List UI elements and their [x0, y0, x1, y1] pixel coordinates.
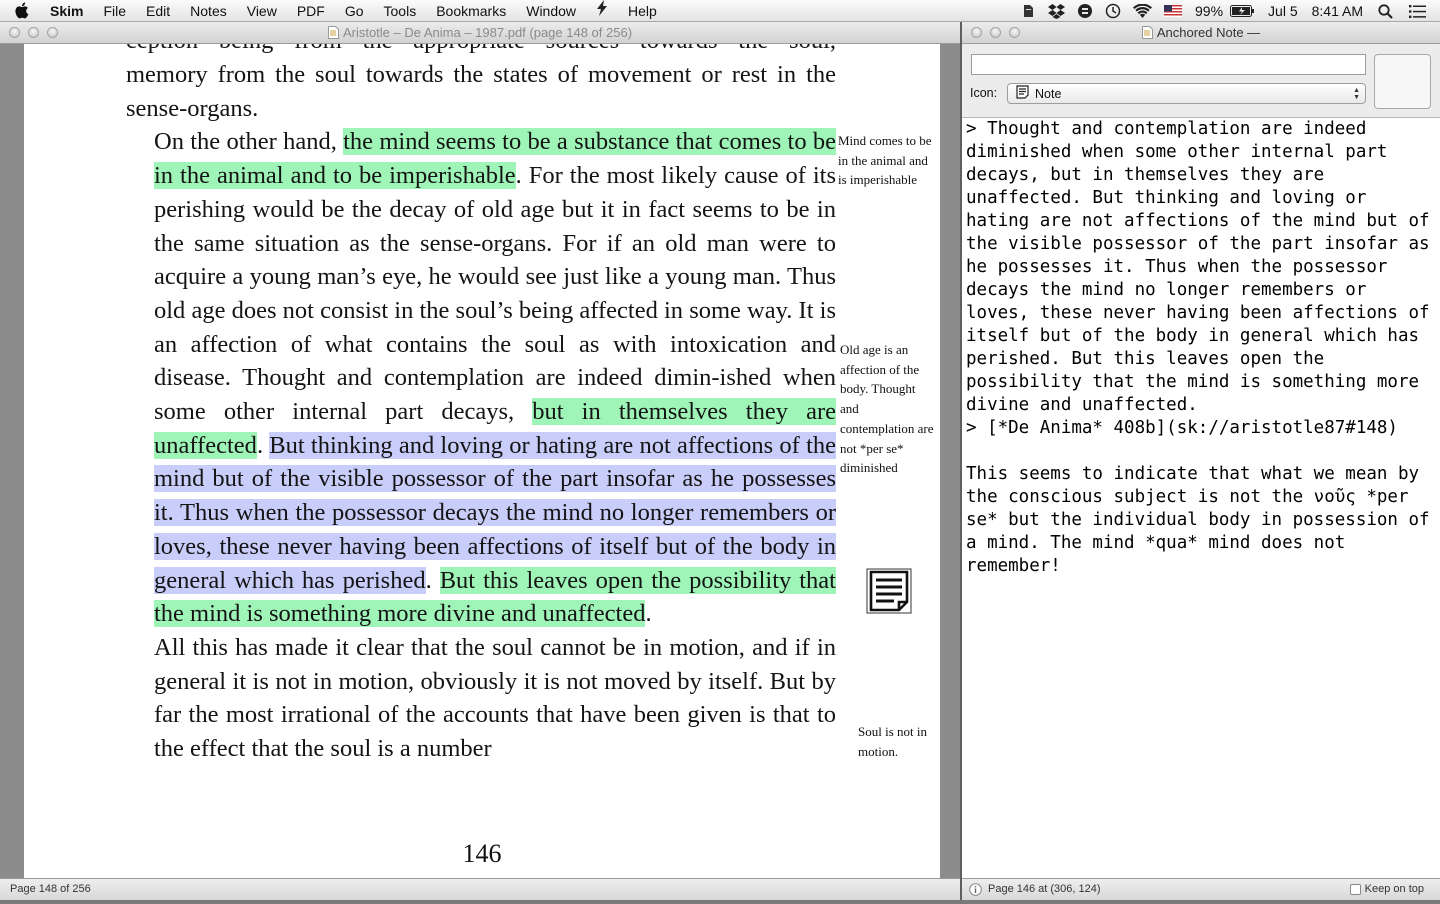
menu-help[interactable]: Help — [618, 0, 667, 22]
script-menu-icon[interactable] — [586, 0, 618, 22]
pdf-status-bar: Page 148 of 256 — [0, 878, 960, 900]
note-window-controls — [971, 27, 1020, 38]
note-inspector-panel: Icon: Note ▲ ▼ — [962, 44, 1440, 118]
note-window-titlebar[interactable]: Anchored Note — — [962, 22, 1440, 44]
margin-note-old-age[interactable]: Old age is an affection of the body. Tho… — [840, 340, 936, 478]
menu-edit[interactable]: Edit — [136, 0, 180, 22]
pdf-body-text[interactable]: ception being from the appropriate sourc… — [126, 44, 837, 766]
menu-app-skim[interactable]: Skim — [46, 0, 93, 22]
select-arrows-icon: ▲ ▼ — [1353, 87, 1360, 101]
pdf-view[interactable]: ception being from the appropriate sourc… — [0, 44, 960, 878]
icon-label: Icon: — [970, 86, 998, 100]
minimize-window-button[interactable] — [28, 27, 39, 38]
paragraph-text: . — [645, 600, 652, 628]
paragraph-text: . For the most likely cause of its peris… — [154, 162, 836, 426]
margin-note-soul[interactable]: Soul is not in motion. — [858, 722, 942, 761]
menu-view[interactable]: View — [237, 0, 287, 22]
pdf-paragraph[interactable]: On the other hand, the mind seems to be … — [126, 125, 837, 631]
pdf-paragraph[interactable]: All this has made it clear that the soul… — [126, 631, 836, 766]
menu-bookmarks[interactable]: Bookmarks — [426, 0, 516, 22]
note-minimize-button[interactable] — [990, 27, 1001, 38]
pdf-window-titlebar[interactable]: Aristotle – De Anima – 1987.pdf (page 14… — [0, 22, 960, 44]
menu-pdf[interactable]: PDF — [287, 0, 335, 22]
paragraph-text: memory from the soul towards the states … — [126, 61, 836, 122]
note-document-icon — [1141, 24, 1153, 45]
page-number: 146 — [462, 839, 502, 868]
info-icon[interactable] — [969, 883, 982, 904]
keep-on-top-toggle[interactable]: Keep on top — [1349, 879, 1424, 900]
top-cut-line: ception being from the appropriate sourc… — [126, 44, 836, 58]
dropbox-icon[interactable] — [1048, 3, 1066, 19]
anchored-note-icon[interactable] — [866, 568, 912, 619]
note-page-location: Page 146 at (306, 124) — [988, 883, 1101, 895]
keep-on-top-label: Keep on top — [1364, 883, 1424, 895]
us-flag-icon[interactable] — [1164, 5, 1183, 17]
note-title-input[interactable] — [971, 54, 1366, 75]
menu-tools[interactable]: Tools — [374, 0, 427, 22]
pdf-page[interactable]: ception being from the appropriate sourc… — [24, 44, 940, 878]
apple-icon[interactable] — [14, 2, 32, 19]
image-well[interactable] — [1374, 54, 1431, 109]
margin-note-mind[interactable]: Mind comes to be in the animal and is im… — [838, 131, 934, 190]
paragraph-text: On the other hand, — [154, 128, 344, 156]
pdf-window-title: Aristotle – De Anima – 1987.pdf (page 14… — [342, 25, 633, 40]
note-window-title: Anchored Note — — [1156, 25, 1261, 40]
wifi-icon[interactable] — [1133, 4, 1153, 18]
menu-bar: Skim File Edit Notes View PDF Go Tools B… — [0, 0, 1440, 22]
close-window-button[interactable] — [9, 27, 20, 38]
note-type-icon — [1016, 85, 1029, 102]
paragraph-text: All this has made it clear that the soul… — [154, 633, 836, 763]
zoom-window-button[interactable] — [47, 27, 58, 38]
note-close-button[interactable] — [971, 27, 982, 38]
battery-icon[interactable] — [1230, 5, 1255, 17]
battery-percentage[interactable]: 99% — [1195, 3, 1223, 19]
evernote-icon[interactable] — [1020, 3, 1036, 19]
paragraphs: memory from the soul towards the states … — [126, 58, 837, 766]
clock-date[interactable]: Jul 5 — [1268, 3, 1298, 19]
clock-time[interactable]: 8:41 AM — [1312, 3, 1363, 19]
menu-file[interactable]: File — [93, 0, 136, 22]
pdf-window-controls — [9, 27, 58, 38]
menu-notes[interactable]: Notes — [180, 0, 237, 22]
icon-select[interactable]: Note ▲ ▼ — [1007, 83, 1366, 104]
notification-list-icon[interactable] — [1409, 4, 1426, 18]
paragraph-text: . — [425, 566, 440, 594]
status-menus: 99% Jul 5 8:41 AM — [1014, 0, 1440, 22]
keep-on-top-checkbox[interactable] — [1349, 884, 1361, 895]
note-zoom-button[interactable] — [1009, 27, 1020, 38]
pdf-paragraph[interactable]: memory from the soul towards the states … — [126, 58, 836, 125]
menu-go[interactable]: Go — [335, 0, 374, 22]
icon-select-value: Note — [1035, 86, 1062, 101]
sync-icon[interactable] — [1077, 3, 1093, 19]
spotlight-search-icon[interactable] — [1378, 3, 1393, 19]
paragraph-text: . — [256, 431, 270, 459]
menu-window[interactable]: Window — [516, 0, 586, 22]
note-status-bar: Page 146 at (306, 124) Keep on top — [962, 878, 1440, 900]
pdf-document-icon — [327, 24, 339, 45]
time-machine-icon[interactable] — [1105, 3, 1121, 19]
note-text-area[interactable]: > Thought and contemplation are indeed d… — [962, 118, 1440, 878]
